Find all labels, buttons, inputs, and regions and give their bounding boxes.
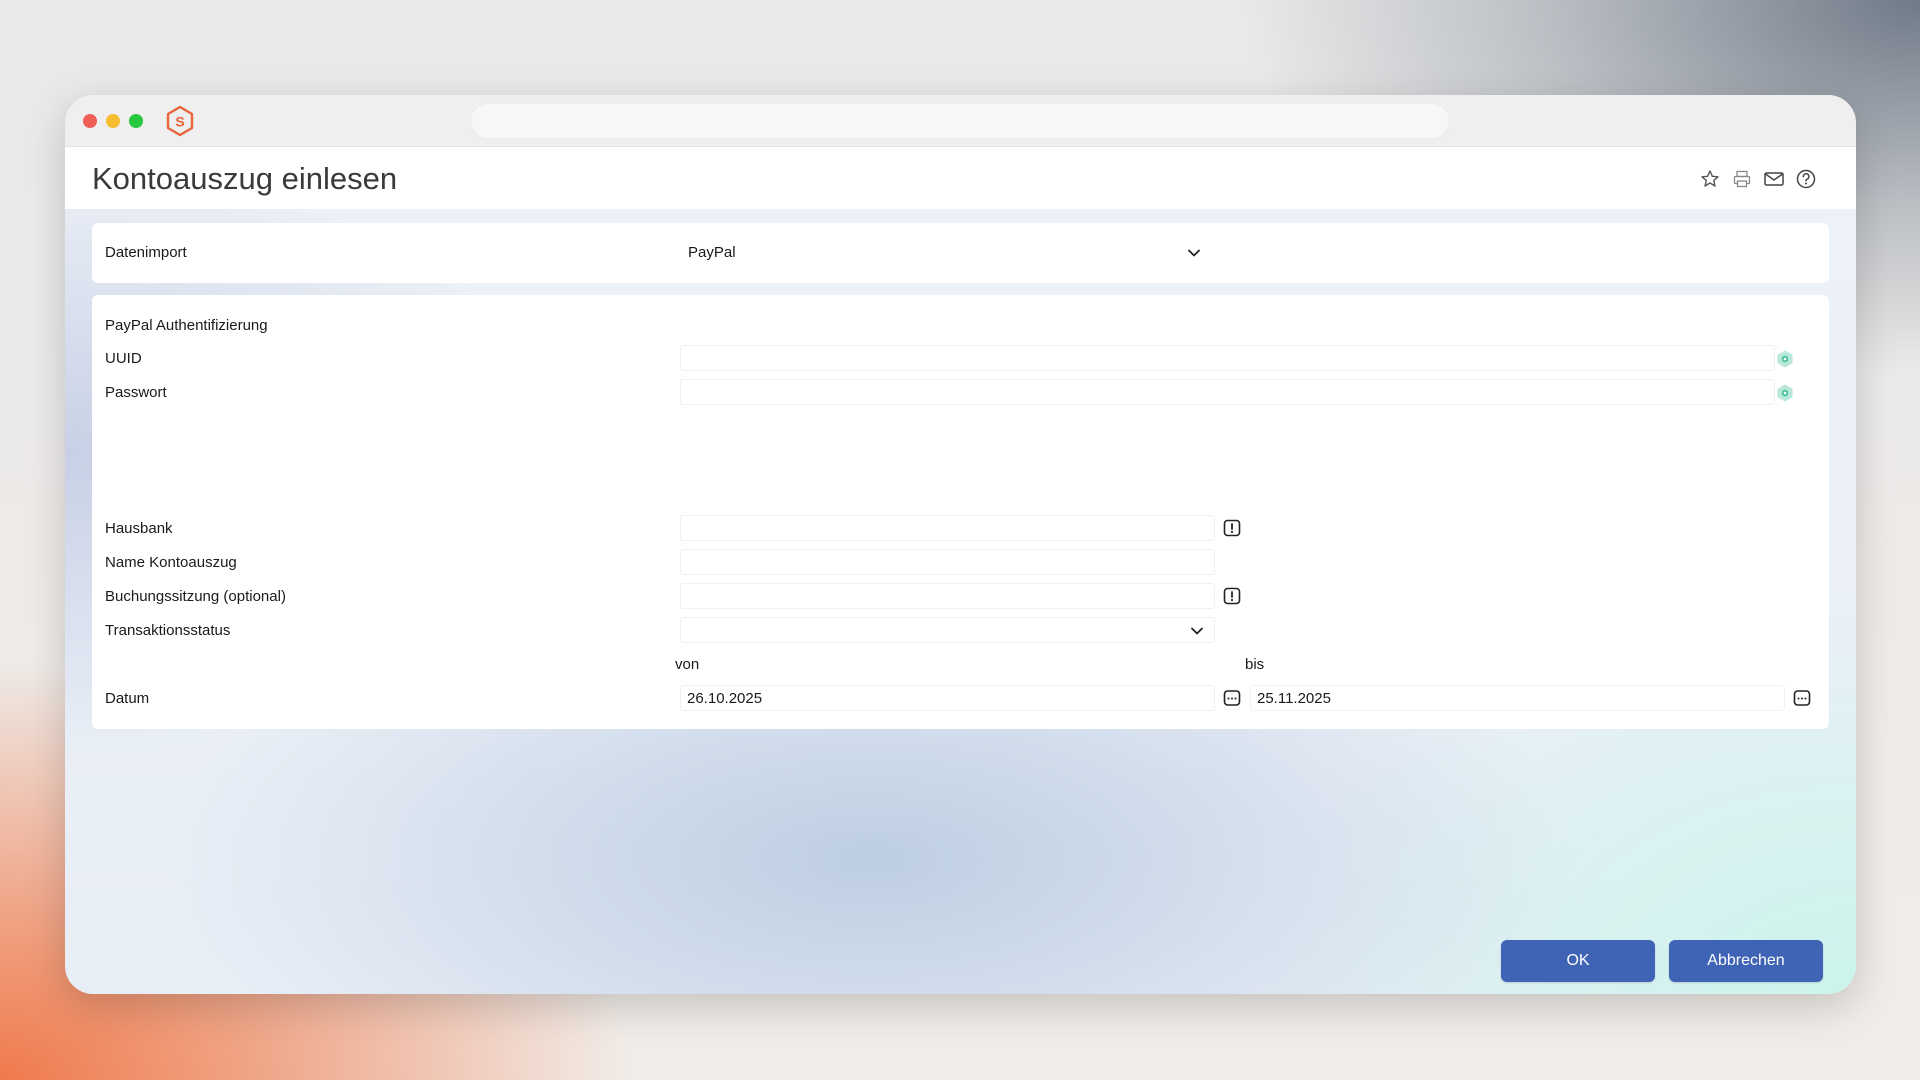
cancel-button[interactable]: Abbrechen <box>1669 940 1823 982</box>
mail-icon[interactable] <box>1762 167 1786 191</box>
auth-section-label: PayPal Authentifizierung <box>105 317 268 334</box>
datenimport-label: Datenimport <box>105 244 187 261</box>
uuid-label: UUID <box>105 350 142 367</box>
lookup-icon[interactable] <box>1222 586 1242 606</box>
lookup-icon[interactable] <box>1222 518 1242 538</box>
form-card: PayPal Authentifizierung UUID Passwort H… <box>92 295 1829 729</box>
datum-label: Datum <box>105 690 150 707</box>
help-icon[interactable] <box>1794 167 1818 191</box>
bis-label: bis <box>1245 656 1265 673</box>
calendar-icon[interactable] <box>1792 688 1812 708</box>
header-toolbar <box>1698 167 1818 191</box>
maximize-window-button[interactable] <box>129 114 143 128</box>
hausbank-label: Hausbank <box>105 520 173 537</box>
von-label: von <box>675 656 700 673</box>
chevron-down-icon <box>1188 249 1200 257</box>
transaktionsstatus-label: Transaktionsstatus <box>105 622 231 639</box>
datenimport-select[interactable]: PayPal <box>680 239 1210 267</box>
chevron-down-icon <box>1191 627 1203 635</box>
dialog-header: Kontoauszug einlesen <box>65 147 1856 209</box>
datenimport-selected-value: PayPal <box>688 244 736 261</box>
import-card: Datenimport PayPal <box>92 223 1829 283</box>
key-icon[interactable] <box>1775 349 1795 369</box>
page-title: Kontoauszug einlesen <box>92 161 398 196</box>
star-icon[interactable] <box>1698 167 1722 191</box>
app-logo-icon: S <box>166 105 194 137</box>
close-window-button[interactable] <box>83 114 97 128</box>
dialog-window: S Kontoauszug einlesen Datenimport PayPa… <box>65 95 1856 994</box>
calendar-icon[interactable] <box>1222 688 1242 708</box>
buchungssitzung-label: Buchungssitzung (optional) <box>105 588 286 605</box>
date-from-input[interactable] <box>680 685 1215 711</box>
hausbank-input[interactable] <box>680 515 1215 541</box>
buchungssitzung-input[interactable] <box>680 583 1215 609</box>
date-to-input[interactable] <box>1250 685 1785 711</box>
address-bar[interactable] <box>470 103 1450 139</box>
svg-text:S: S <box>175 114 184 130</box>
name-kontoauszug-label: Name Kontoauszug <box>105 554 237 571</box>
ok-button[interactable]: OK <box>1501 940 1655 982</box>
minimize-window-button[interactable] <box>106 114 120 128</box>
printer-icon[interactable] <box>1730 167 1754 191</box>
name-kontoauszug-input[interactable] <box>680 549 1215 575</box>
password-input[interactable] <box>680 379 1775 405</box>
uuid-input[interactable] <box>680 345 1775 371</box>
title-bar: S <box>65 95 1856 147</box>
password-label: Passwort <box>105 384 167 401</box>
transaktionsstatus-select[interactable] <box>680 617 1215 643</box>
key-icon[interactable] <box>1775 383 1795 403</box>
